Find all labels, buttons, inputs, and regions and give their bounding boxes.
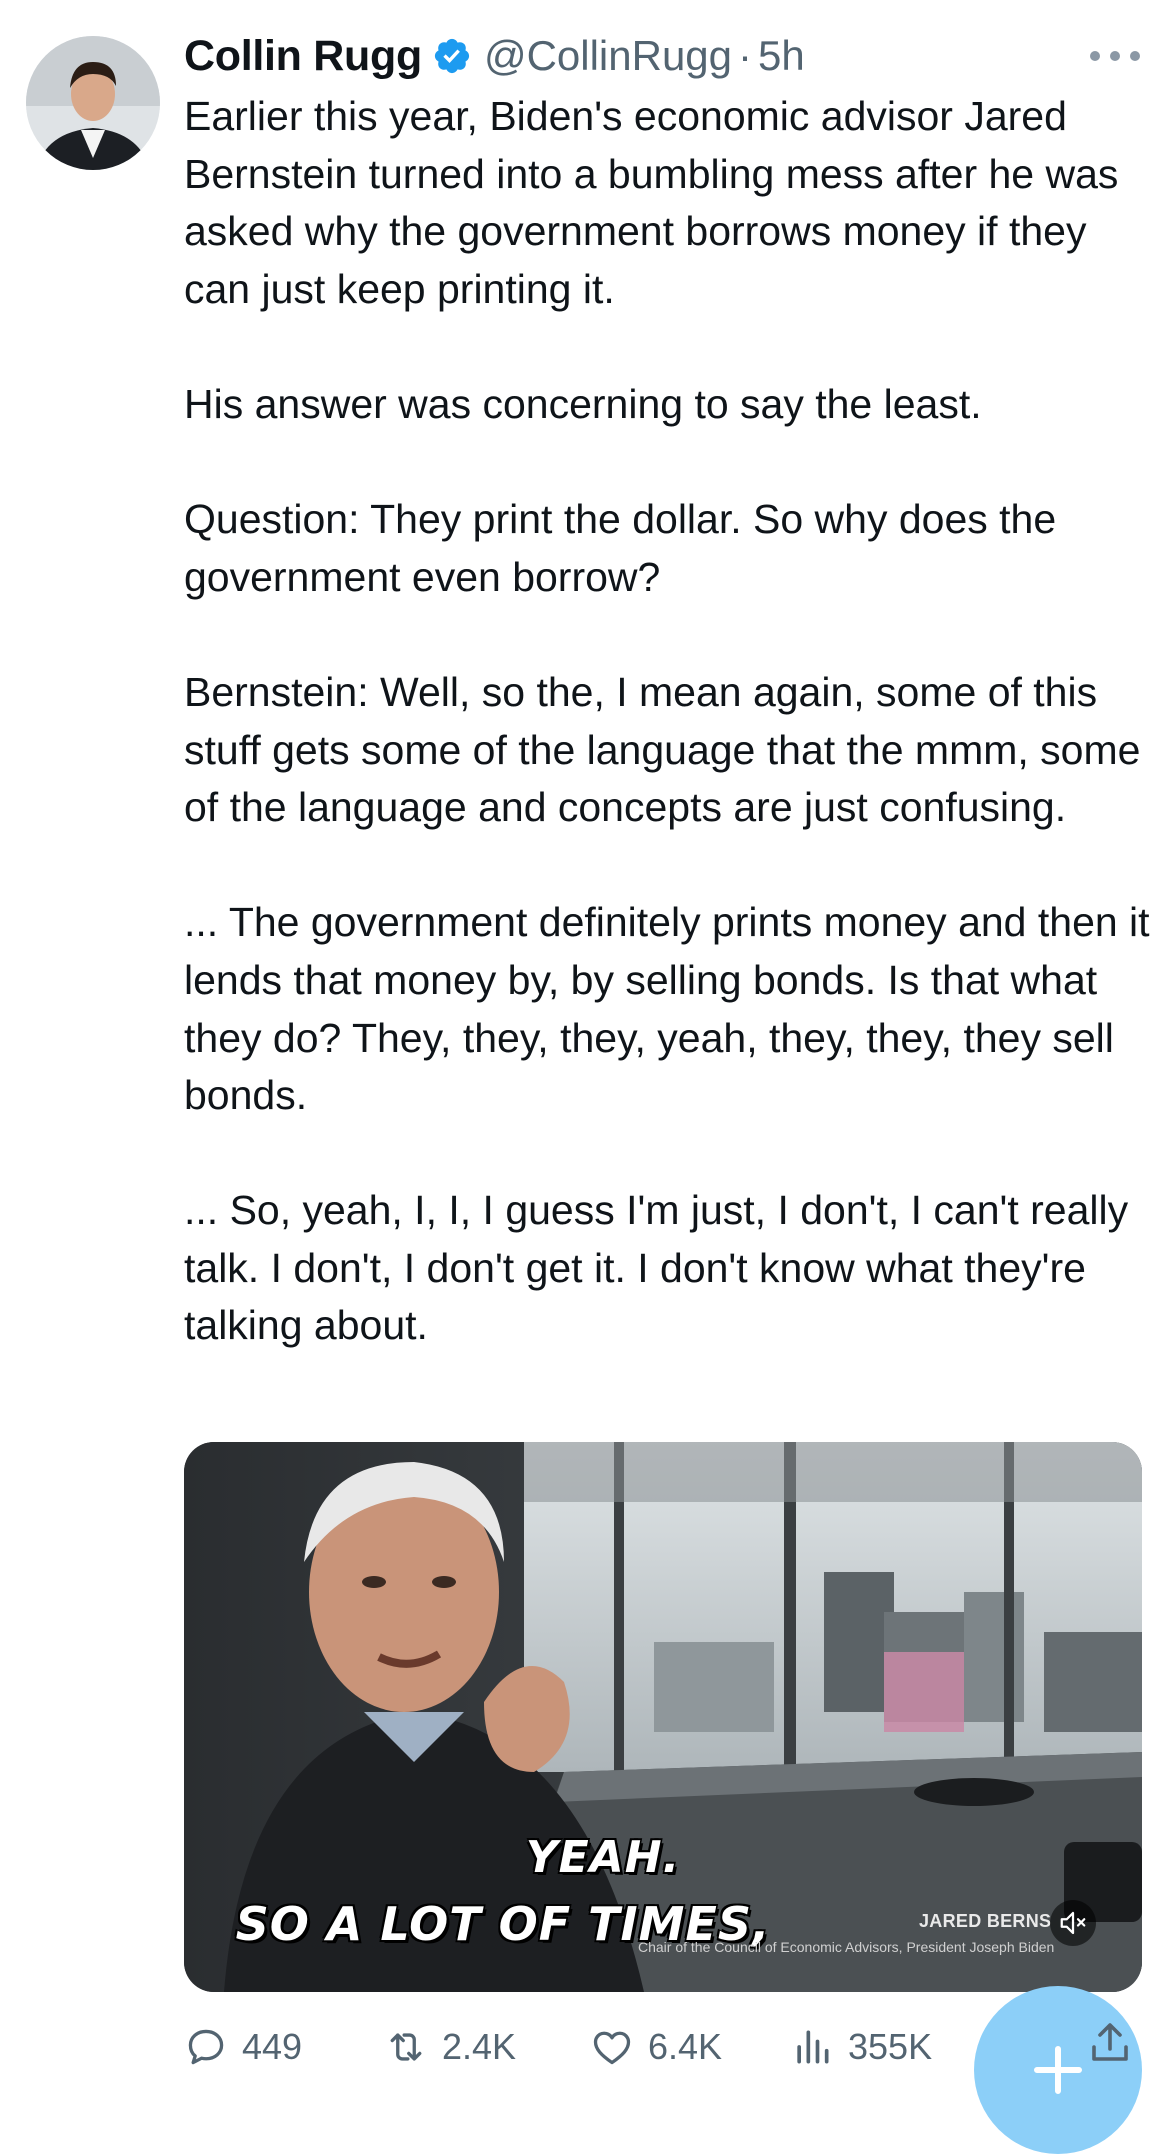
views-button[interactable]: 355K	[790, 2022, 932, 2072]
tweet-paragraph: ... So, yeah, I, I, I guess I'm just, I …	[184, 1187, 1129, 1349]
repost-count: 2.4K	[442, 2026, 517, 2067]
tweet-paragraph: His answer was concerning to say the lea…	[184, 380, 982, 427]
video-player[interactable]: YEAH. SO A LOT OF TIMES, JARED BERNS Cha…	[184, 1442, 1142, 1992]
repost-button[interactable]: 2.4K	[384, 2022, 516, 2072]
repost-icon	[390, 2033, 422, 2061]
reply-icon	[188, 2029, 224, 2065]
heart-icon	[593, 2031, 631, 2065]
tweet-paragraph: Question: They print the dollar. So why …	[184, 496, 1057, 600]
tweet-paragraph: Earlier this year, Biden's economic advi…	[184, 93, 1119, 312]
compose-button[interactable]	[974, 1986, 1142, 2154]
tweet-paragraph: ... The government definitely prints mon…	[184, 899, 1150, 1119]
reply-button[interactable]: 449	[184, 2022, 302, 2072]
author-name[interactable]: Collin Rugg	[184, 32, 422, 81]
share-icon[interactable]	[1086, 2018, 1134, 2068]
reply-count: 449	[242, 2026, 303, 2067]
more-dot	[1110, 51, 1120, 61]
speaker-muted-icon	[1060, 1911, 1086, 1935]
author-avatar[interactable]	[26, 36, 160, 170]
separator-dot: ·	[738, 32, 753, 79]
lower-third-title: Chair of the Council of Economic Advisor…	[638, 1939, 1055, 1955]
author-handle[interactable]: @CollinRugg	[484, 32, 732, 80]
tweet-text: Earlier this year, Biden's economic advi…	[184, 88, 1154, 1355]
verified-badge-icon	[432, 36, 472, 76]
post-time[interactable]: 5h	[758, 32, 805, 80]
lower-third-name: JARED BERNS	[919, 1911, 1052, 1931]
like-button[interactable]: 6.4K	[590, 2022, 722, 2072]
more-dot	[1090, 51, 1100, 61]
avatar-image	[26, 36, 160, 170]
more-options-icon[interactable]	[1090, 36, 1140, 76]
mute-button[interactable]	[1050, 1900, 1096, 1946]
video-caption-line: YEAH.	[525, 1832, 681, 1883]
views-count: 355K	[848, 2026, 933, 2067]
tweet-header: Collin Rugg @CollinRugg · 5h	[184, 26, 805, 86]
like-count: 6.4K	[648, 2026, 723, 2067]
more-dot	[1130, 51, 1140, 61]
plus-icon	[1034, 2046, 1082, 2094]
tweet-paragraph: Bernstein: Well, so the, I mean again, s…	[184, 668, 1141, 831]
analytics-icon	[797, 2030, 829, 2064]
